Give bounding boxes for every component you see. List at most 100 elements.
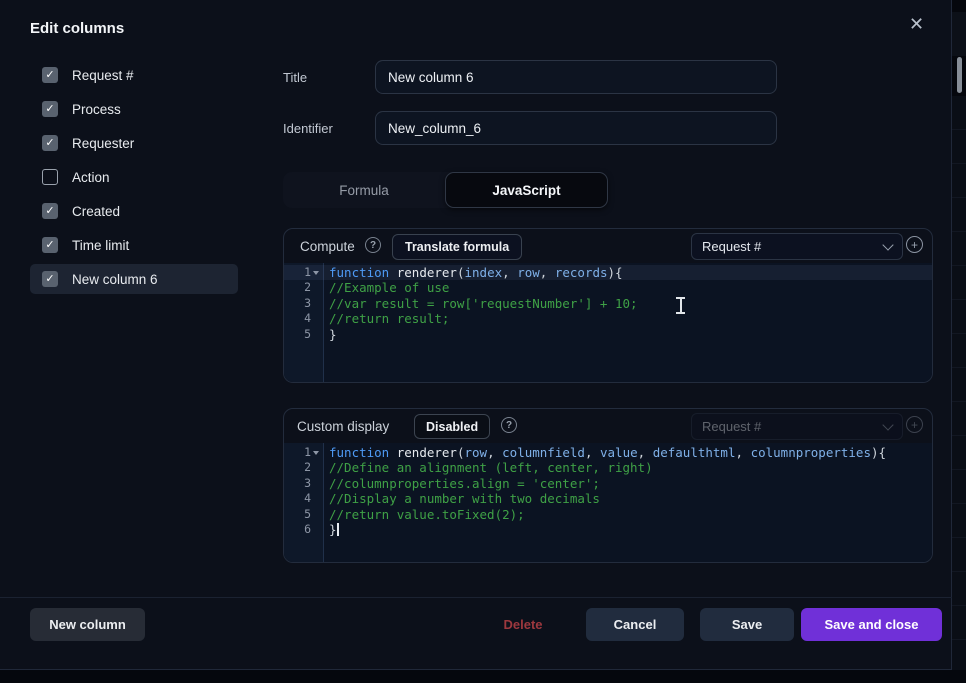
line-number: 1 (284, 265, 323, 280)
column-label: Requester (72, 136, 134, 151)
line-number: 3 (284, 476, 323, 491)
code-text: function renderer(index, row, records){ (323, 265, 623, 280)
text-caret (337, 523, 339, 536)
dropdown-value: Request # (702, 419, 761, 434)
code-text: function renderer(row, columnfield, valu… (323, 445, 886, 460)
checkbox-checked[interactable]: ✓ (42, 203, 58, 219)
code-line[interactable]: 3//var result = row['requestNumber'] + 1… (284, 296, 932, 311)
chevron-down-icon (882, 419, 893, 430)
add-icon[interactable]: + (906, 236, 923, 253)
custom-column-dropdown: Request # (691, 413, 903, 440)
compute-column-dropdown[interactable]: Request # (691, 233, 903, 260)
code-line[interactable]: 1function renderer(index, row, records){ (284, 265, 932, 280)
code-line[interactable]: 4//return result; (284, 311, 932, 326)
column-list-item[interactable]: ✓ Request # (30, 60, 238, 90)
code-line[interactable]: 2//Define an alignment (left, center, ri… (284, 460, 932, 475)
tab-javascript[interactable]: JavaScript (445, 172, 608, 208)
line-number: 1 (284, 445, 323, 460)
columns-list: ✓ Request # ✓ Process ✓ Requester Action ✓ Creat… (30, 60, 238, 298)
help-icon[interactable]: ? (501, 417, 517, 433)
fold-spacer (311, 296, 320, 311)
line-number: 5 (284, 507, 323, 522)
identifier-label: Identifier (283, 121, 333, 136)
chevron-down-icon (882, 239, 893, 250)
delete-button[interactable]: Delete (478, 608, 568, 641)
column-label: Time limit (72, 238, 129, 253)
checkbox-unchecked[interactable] (42, 169, 58, 185)
code-editor-custom-display[interactable]: 1function renderer(row, columnfield, val… (284, 443, 932, 562)
modal-title: Edit columns (30, 20, 124, 37)
new-column-button[interactable]: New column (30, 608, 145, 641)
code-text: //return value.toFixed(2); (323, 507, 525, 522)
column-label: Created (72, 204, 120, 219)
code-line[interactable]: 5//return value.toFixed(2); (284, 507, 932, 522)
fold-spacer (311, 311, 320, 326)
column-list-item[interactable]: ✓ New column 6 (30, 264, 238, 294)
mode-tabs: Formula JavaScript (283, 172, 608, 208)
code-text: //Define an alignment (left, center, rig… (323, 460, 653, 475)
tab-formula[interactable]: Formula (283, 172, 445, 208)
fold-spacer (311, 491, 320, 506)
code-text: //columnproperties.align = 'center'; (323, 476, 600, 491)
fold-caret-icon (311, 445, 320, 460)
code-text: } (323, 327, 337, 342)
edit-columns-modal: Edit columns ✕ ✓ Request # ✓ Process ✓ Reques… (0, 0, 952, 670)
line-number: 3 (284, 296, 323, 311)
mouse-cursor-ibeam (675, 297, 686, 314)
cancel-button[interactable]: Cancel (586, 608, 684, 641)
background-app-toolbar (952, 12, 966, 56)
column-list-item[interactable]: ✓ Created (30, 196, 238, 226)
line-number: 4 (284, 491, 323, 506)
code-line[interactable]: 4//Display a number with two decimals (284, 491, 932, 506)
compute-panel: Compute ? Translate formula Request # + … (283, 228, 933, 383)
fold-spacer (311, 476, 320, 491)
code-line[interactable]: 1function renderer(row, columnfield, val… (284, 445, 932, 460)
column-list-item[interactable]: ✓ Time limit (30, 230, 238, 260)
line-number: 2 (284, 460, 323, 475)
code-text: //return result; (323, 311, 449, 326)
save-and-close-button[interactable]: Save and close (801, 608, 942, 641)
close-icon[interactable]: ✕ (909, 14, 924, 35)
fold-caret-icon (311, 265, 320, 280)
line-number: 4 (284, 311, 323, 326)
scrollbar-thumb[interactable] (957, 57, 962, 93)
code-line[interactable]: 2//Example of use (284, 280, 932, 295)
code-text: } (323, 522, 339, 537)
translate-formula-button[interactable]: Translate formula (392, 234, 522, 260)
column-label: Request # (72, 68, 134, 83)
code-text: //Example of use (323, 280, 449, 295)
column-label: Process (72, 102, 121, 117)
code-line[interactable]: 6} (284, 522, 932, 537)
identifier-input[interactable] (375, 111, 777, 145)
column-list-item[interactable]: Action (30, 162, 238, 192)
custom-display-panel: Custom display Disabled ? Request # + 1f… (283, 408, 933, 563)
line-number: 2 (284, 280, 323, 295)
code-line[interactable]: 5} (284, 327, 932, 342)
footer-divider (0, 597, 952, 598)
fold-spacer (311, 460, 320, 475)
column-list-item[interactable]: ✓ Process (30, 94, 238, 124)
checkbox-checked[interactable]: ✓ (42, 135, 58, 151)
checkbox-checked[interactable]: ✓ (42, 271, 58, 287)
save-button[interactable]: Save (700, 608, 794, 641)
title-input[interactable] (375, 60, 777, 94)
column-list-item[interactable]: ✓ Requester (30, 128, 238, 158)
line-number: 5 (284, 327, 323, 342)
custom-display-label: Custom display (297, 409, 389, 443)
line-number: 6 (284, 522, 323, 537)
fold-spacer (311, 327, 320, 342)
add-icon: + (906, 416, 923, 433)
checkbox-checked[interactable]: ✓ (42, 237, 58, 253)
column-label: New column 6 (72, 272, 158, 287)
checkbox-checked[interactable]: ✓ (42, 67, 58, 83)
background-app-bottom (0, 670, 952, 683)
code-editor-compute[interactable]: 1function renderer(index, row, records){… (284, 263, 932, 382)
title-label: Title (283, 70, 307, 85)
compute-label: Compute (300, 229, 355, 263)
code-text: //Display a number with two decimals (323, 491, 600, 506)
fold-spacer (311, 507, 320, 522)
checkbox-checked[interactable]: ✓ (42, 101, 58, 117)
help-icon[interactable]: ? (365, 237, 381, 253)
disabled-toggle-button[interactable]: Disabled (414, 414, 490, 439)
code-line[interactable]: 3//columnproperties.align = 'center'; (284, 476, 932, 491)
